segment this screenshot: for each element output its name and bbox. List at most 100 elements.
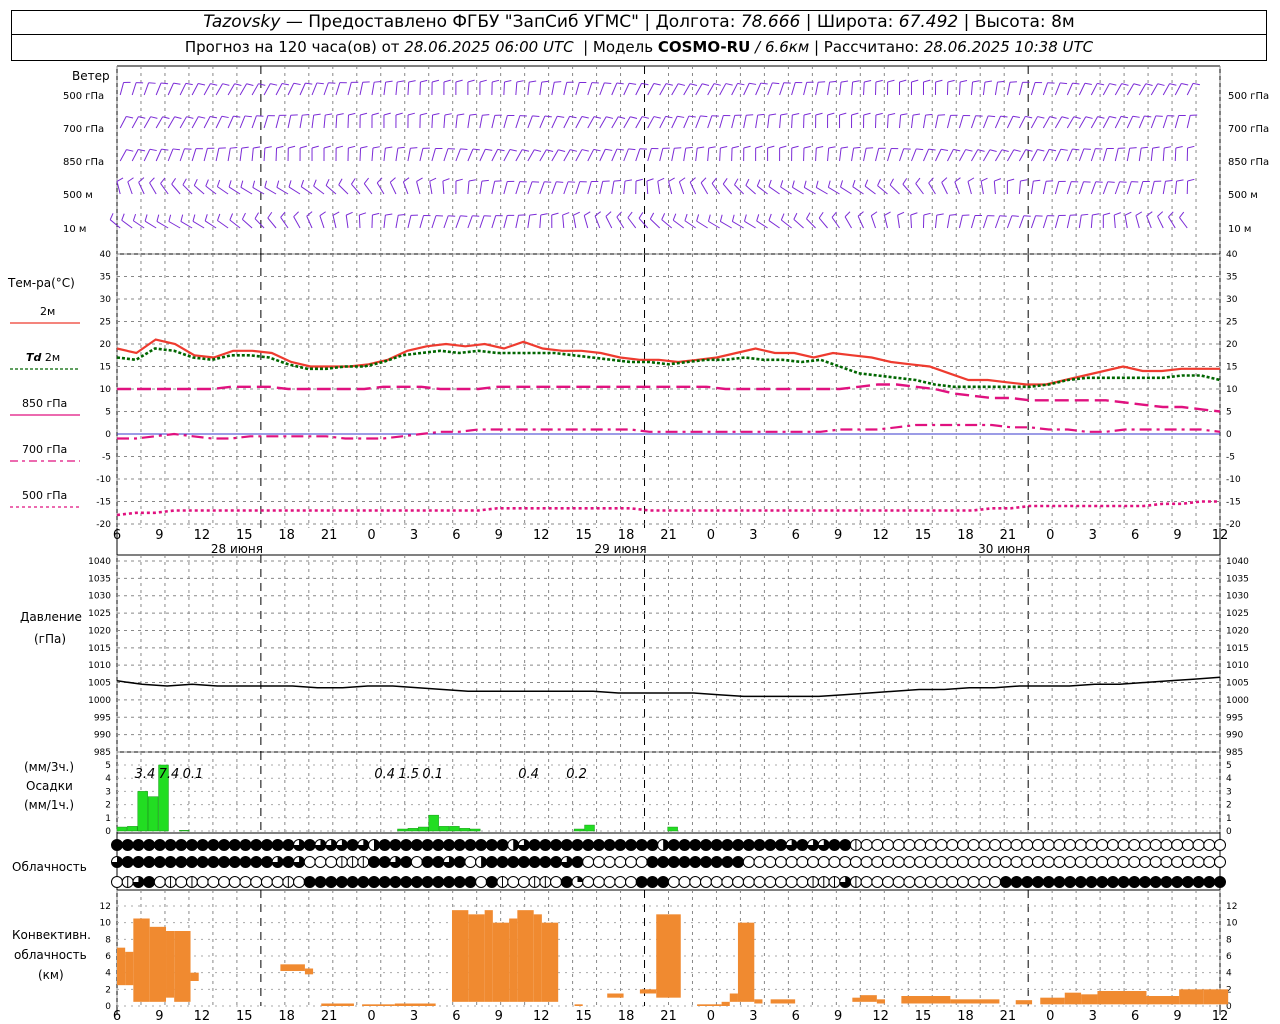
pressure-tick-label-left: 985 [94,748,111,758]
wind-barb-feather [360,145,368,149]
wind-barb-feather [573,211,580,216]
wind-barb-feather [624,179,633,182]
conv-bar [321,1003,354,1006]
wind-barb-feather [444,113,452,116]
cloud-symbol [946,839,959,851]
bottom-time-tick-label: 12 [1212,1009,1229,1024]
pressure-line [116,676,1221,698]
cloud-overcast [636,839,648,851]
wind-barb-feather [558,149,566,152]
time-tick-label: 15 [236,528,253,543]
wind-barb [755,115,759,129]
wind-barb-feather [791,180,795,188]
wind-barb-feather [672,213,677,221]
wind-barb [852,186,864,195]
wind-barb [254,218,265,229]
wind-barb-feather [234,83,242,86]
wind-barb-feather [222,83,230,86]
wind-barb-feather [306,211,313,217]
cloud-overcast [571,856,583,868]
wind-barb-feather [1176,179,1184,182]
wind-barb-feather [319,211,326,217]
time-tick-label: 6 [452,528,460,543]
wind-barb [551,181,557,195]
cloud-symbol [517,876,530,888]
wind-barb-feather [569,115,577,119]
cloud-overcast [272,839,284,851]
wind-barb-feather [482,114,490,116]
wind-barb-feather [300,179,305,187]
wind-barb-feather [1109,116,1117,119]
cloud-symbol [464,856,477,868]
conv-tick-label-right: 12 [1226,902,1237,912]
precip-bar [470,828,481,832]
wind-barb [121,219,133,229]
precip-total-label: 0.1 [183,767,204,782]
wind-barb [325,185,337,195]
cloud-overcast [218,856,230,868]
cloud-overcast [186,856,198,868]
wind-barb [467,115,471,129]
wind-barb [171,183,181,195]
cloud-scattered [481,856,487,868]
wind-barb-feather [293,211,299,218]
cloud-overcast [379,876,391,888]
wind-barb-feather [818,81,826,83]
wind-barb [1113,215,1116,229]
wind-barb [1030,215,1037,229]
wind-barb [1054,82,1061,96]
precip-bar [397,828,408,832]
conv-bar [190,972,199,981]
cloud-symbol [967,856,980,868]
wind-barb [980,181,984,195]
time-tick-label: 9 [155,528,163,543]
wind-barb [192,220,205,229]
cloud-symbol [1053,839,1066,851]
wind-barb [982,115,989,129]
cloud-symbol [796,876,809,888]
wind-barb-feather [900,113,908,116]
cloud-overcast [132,856,144,868]
wind-barb [711,183,721,195]
cloud-overcast [1085,876,1097,888]
wind-barb [934,215,938,229]
wind-barb-feather [827,180,831,188]
wind-barb-feather [233,115,241,118]
wind-barb [1102,148,1108,162]
wind-barb-feather [252,180,256,188]
wind-barb [599,181,604,195]
cloud-symbol [774,876,787,888]
wind-barb-feather [889,178,894,186]
wind-barb-feather [316,82,324,85]
temp-tick-label-left: 15 [100,363,111,373]
wind-barb [287,115,292,129]
wind-barb-feather [641,82,649,86]
cloud-overcast [828,839,840,851]
wind-barb [657,181,661,195]
wind-barb [1018,116,1026,129]
cloud-symbol [924,839,937,851]
cloud-overcast [497,839,509,851]
wind-barb-feather [1165,180,1173,182]
wind-barb-feather [994,178,1002,182]
wind-barb [659,148,664,162]
bottom-time-tick-label: 12 [872,1009,889,1024]
cloud-overcast [400,876,412,888]
cloud-symbol [732,876,745,888]
wind-barb [659,83,667,96]
wind-barb-feather [173,82,181,85]
cloud-symbol [614,856,627,868]
cloud-symbol [1192,839,1205,851]
wind-barb [179,148,185,162]
conv-bar [133,918,150,1002]
cloud-overcast [347,876,359,888]
wind-barb-feather [1073,116,1081,119]
cloud-symbol [956,856,969,868]
wind-barb-feather [1157,211,1164,217]
wind-barb [239,148,243,162]
wind-barb [1090,148,1096,162]
cloud-symbol [699,876,712,888]
cloud-overcast [1053,876,1065,888]
wind-barb [515,181,521,195]
wind-barb [1078,83,1086,96]
